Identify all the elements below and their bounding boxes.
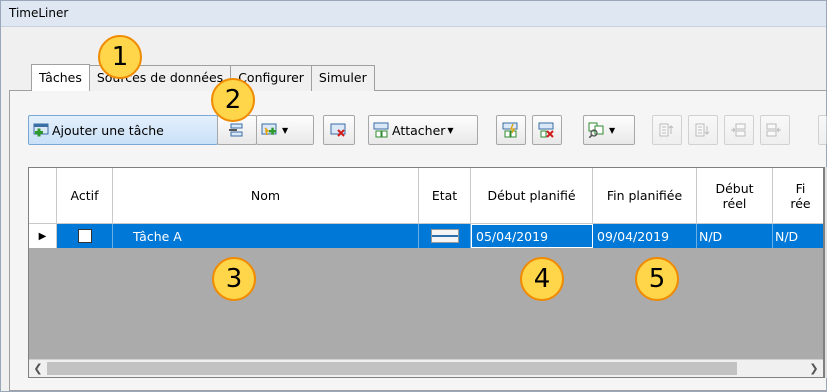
detach-icon bbox=[538, 122, 554, 138]
callout-3: 3 bbox=[212, 257, 256, 301]
scrollbar-thumb[interactable] bbox=[47, 362, 737, 375]
fin-reel-cell[interactable]: N/D bbox=[773, 224, 823, 248]
attach-label: Attacher bbox=[392, 122, 446, 138]
tab-taches[interactable]: Tâches bbox=[31, 64, 90, 91]
header-actif[interactable]: Actif bbox=[57, 168, 113, 224]
add-task-label: Ajouter une tâche bbox=[52, 122, 164, 138]
detach-button[interactable] bbox=[532, 115, 562, 145]
row-pointer-icon: ▶ bbox=[29, 224, 57, 248]
callout-2: 2 bbox=[211, 78, 255, 122]
actif-checkbox[interactable]: ✓ bbox=[77, 229, 92, 243]
move-down-icon bbox=[694, 122, 710, 138]
etat-cell bbox=[419, 224, 471, 248]
header-debut-planifie[interactable]: Début planifié bbox=[471, 168, 593, 224]
callout-4: 4 bbox=[520, 257, 564, 301]
tab-simuler[interactable]: Simuler bbox=[310, 65, 375, 91]
actif-cell: ✓ bbox=[57, 224, 113, 248]
timeliner-window: TimeLiner Tâches Sources de données Conf… bbox=[0, 0, 827, 392]
toolbar-overflow-button[interactable] bbox=[818, 115, 827, 145]
chevron-down-icon: ▼ bbox=[447, 125, 454, 135]
header-nom[interactable]: Nom bbox=[113, 168, 419, 224]
header-fin-planifiee[interactable]: Fin planifiée bbox=[593, 168, 697, 224]
attach-icon bbox=[373, 122, 389, 138]
status-bar-icon bbox=[430, 229, 459, 243]
header-debut-reel-line1: Début bbox=[715, 180, 754, 196]
indent-icon bbox=[730, 122, 746, 138]
delete-task-button[interactable] bbox=[323, 115, 355, 145]
attach-button[interactable]: Attacher ▼ bbox=[368, 115, 478, 145]
debut-reel-cell[interactable]: N/D bbox=[697, 224, 773, 248]
outdent-button[interactable] bbox=[760, 115, 790, 145]
add-task-button[interactable]: Ajouter une tâche bbox=[28, 115, 218, 145]
header-fin-reel-line1: Fi bbox=[795, 180, 806, 196]
indent-button[interactable] bbox=[724, 115, 754, 145]
fin-planifiee-cell[interactable]: 09/04/2019 bbox=[593, 224, 697, 248]
add-task-icon bbox=[33, 122, 49, 138]
table-row[interactable]: ▶ ✓ Tâche A 05/04/2019 09/04/2019 N/D N/… bbox=[29, 224, 823, 248]
callout-1: 1 bbox=[98, 35, 142, 79]
debut-planifie-cell[interactable]: 05/04/2019 bbox=[471, 224, 593, 248]
header-row-selector bbox=[29, 168, 57, 224]
header-fin-reel[interactable]: Fi rée bbox=[773, 168, 823, 224]
chevron-down-icon: ▼ bbox=[609, 125, 616, 135]
find-items-icon bbox=[588, 122, 604, 139]
auto-add-icon bbox=[261, 122, 277, 138]
move-up-icon bbox=[658, 122, 674, 138]
callout-5: 5 bbox=[635, 257, 679, 301]
find-items-button[interactable]: ▼ bbox=[583, 115, 635, 145]
scroll-left-icon[interactable]: ❮ bbox=[29, 360, 47, 377]
auto-add-tasks-button[interactable]: ▼ bbox=[256, 115, 314, 145]
outdent-icon bbox=[766, 122, 782, 138]
auto-attach-rules-button[interactable] bbox=[496, 115, 526, 145]
move-down-button[interactable] bbox=[688, 115, 718, 145]
delete-task-icon bbox=[330, 122, 346, 138]
header-etat[interactable]: Etat bbox=[419, 168, 471, 224]
insert-task-icon bbox=[228, 122, 244, 138]
grid-header: Actif Nom Etat Début planifié Fin planif… bbox=[29, 168, 823, 224]
move-up-button[interactable] bbox=[652, 115, 682, 145]
scroll-right-icon[interactable]: ❯ bbox=[805, 360, 823, 377]
attach-rules-icon bbox=[502, 122, 518, 138]
task-grid: Actif Nom Etat Début planifié Fin planif… bbox=[28, 167, 824, 378]
chevron-down-icon: ▼ bbox=[282, 125, 289, 135]
window-title: TimeLiner bbox=[1, 1, 826, 27]
tab-strip: Tâches Sources de données Configurer Sim… bbox=[31, 64, 375, 91]
header-fin-reel-line2: rée bbox=[790, 195, 811, 211]
nom-cell[interactable]: Tâche A bbox=[113, 224, 419, 248]
header-debut-reel[interactable]: Début réel bbox=[697, 168, 773, 224]
horizontal-scrollbar[interactable]: ❮ ❯ bbox=[29, 359, 823, 377]
header-debut-reel-line2: réel bbox=[722, 195, 747, 211]
